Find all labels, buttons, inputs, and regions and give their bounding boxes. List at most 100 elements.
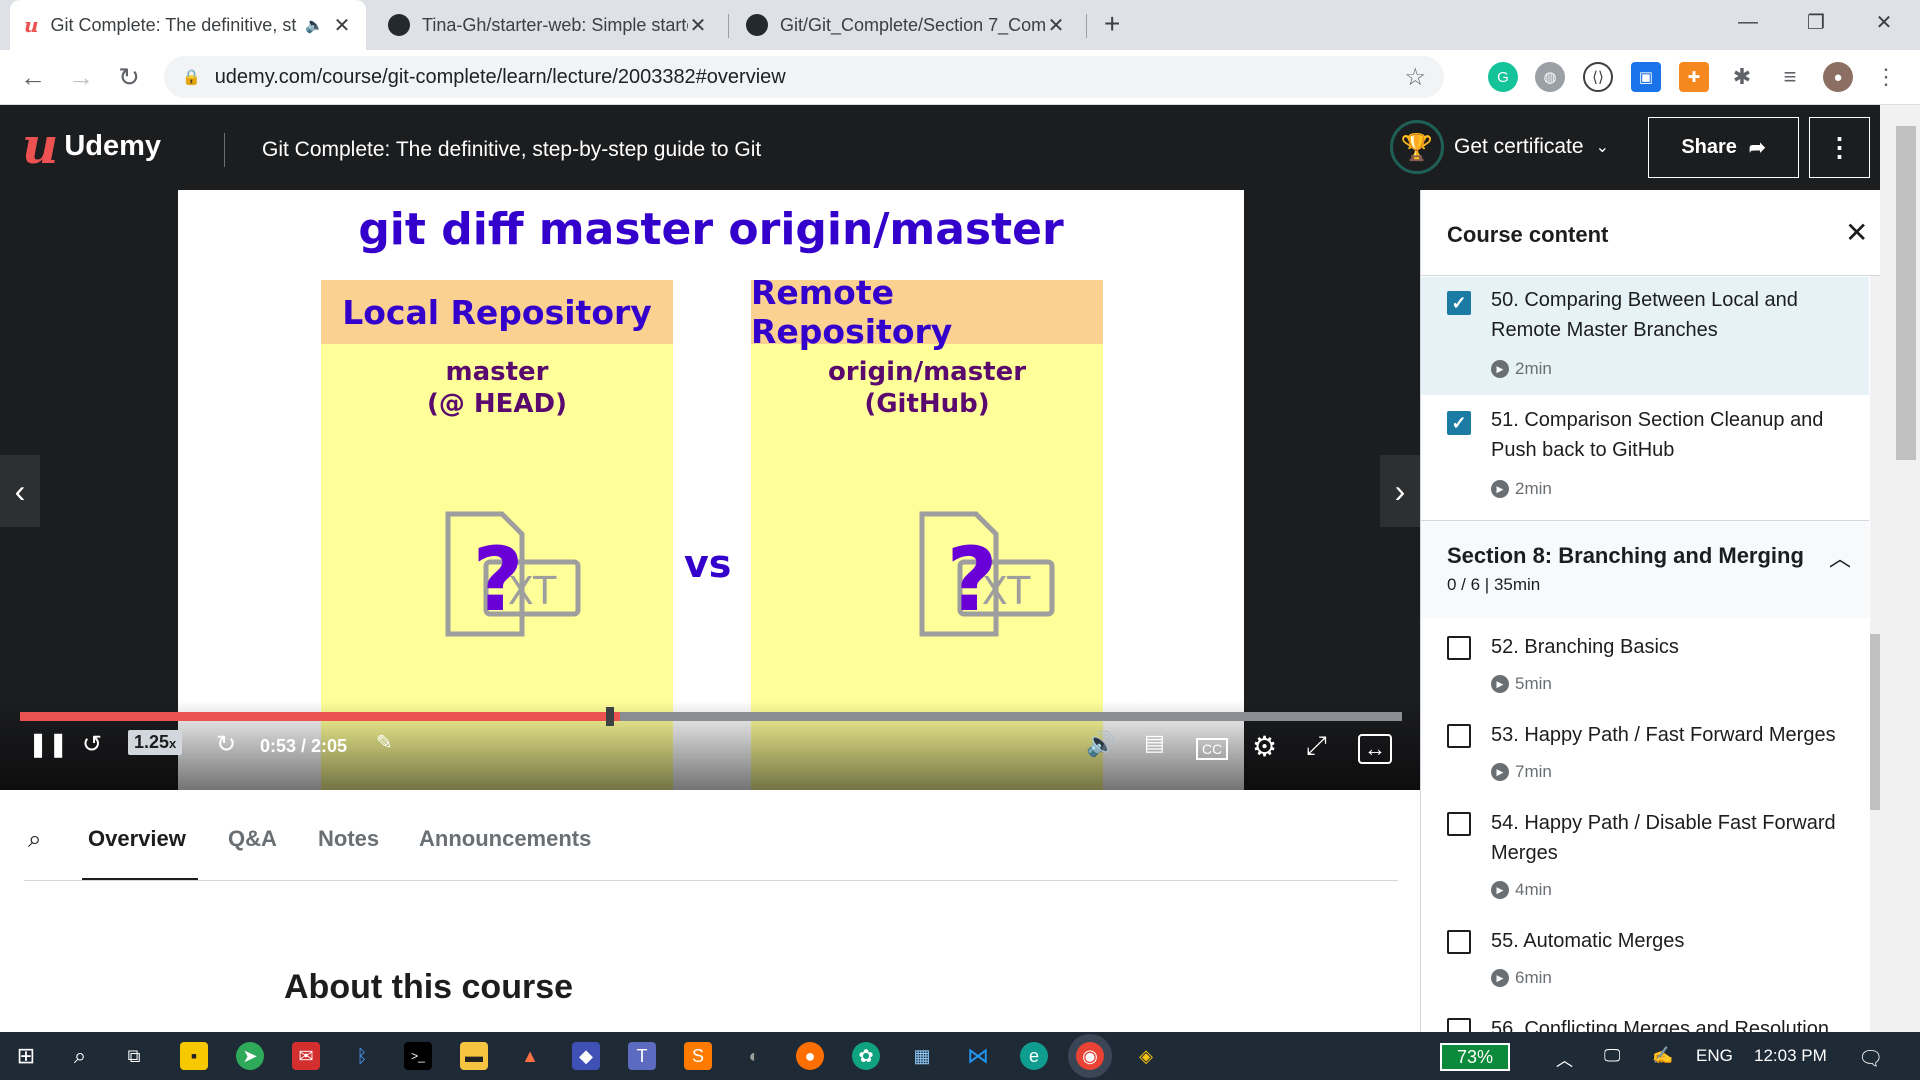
tab-announcements[interactable]: Announcements — [419, 826, 591, 852]
checkbox-checked[interactable]: ✓ — [1447, 411, 1471, 435]
firefox-icon[interactable]: ● — [796, 1042, 824, 1070]
checkbox-unchecked[interactable] — [1447, 1018, 1471, 1032]
settings-gear-icon[interactable]: ⚙ — [1252, 730, 1277, 763]
video-player[interactable]: git diff master origin/master Local Repo… — [0, 190, 1420, 790]
globe-extension-icon[interactable]: ◍ — [1535, 62, 1565, 92]
back-arrow-icon[interactable]: ← — [14, 58, 52, 96]
close-tab-icon[interactable]: ✕ — [688, 13, 708, 38]
progress-bar[interactable] — [20, 707, 1402, 726]
app-icon[interactable]: ▦ — [908, 1042, 936, 1070]
screen-extension-icon[interactable]: ▣ — [1631, 62, 1661, 92]
tab-qa[interactable]: Q&A — [228, 826, 277, 852]
app-icon[interactable]: ◐ — [740, 1042, 768, 1070]
share-button[interactable]: Share ➦ — [1648, 117, 1799, 178]
add-note-icon[interactable]: ✎ — [376, 730, 393, 755]
git-icon[interactable]: ◈ — [1132, 1042, 1160, 1070]
search-icon[interactable]: ⌕ — [66, 1042, 94, 1070]
send-app-icon[interactable]: ➤ — [236, 1042, 264, 1070]
lecture-item[interactable]: 53. Happy Path / Fast Forward Merges ▶ 7m… — [1421, 708, 1869, 796]
next-lecture-chevron-icon[interactable]: › — [1380, 455, 1420, 527]
browser-tab-github-starter[interactable]: Tina-Gh/starter-web: Simple starter webs… — [374, 0, 722, 50]
chrome-icon[interactable]: ◉ — [1076, 1042, 1104, 1070]
transcript-icon[interactable]: ▤ — [1144, 730, 1165, 756]
chevron-up-icon[interactable]: ︿ — [1829, 541, 1851, 573]
matlab-icon[interactable]: ▲ — [516, 1042, 544, 1070]
tab-overview[interactable]: Overview — [88, 826, 186, 852]
new-tab-plus-icon[interactable]: + — [1104, 8, 1120, 40]
language-indicator[interactable]: ENG — [1696, 1046, 1733, 1066]
lecture-item[interactable]: 55. Automatic Merges ▶ 6min — [1421, 914, 1869, 1002]
network-icon[interactable]: 🖵 — [1604, 1046, 1620, 1066]
close-sidebar-icon[interactable]: ✕ — [1845, 216, 1868, 249]
minimize-window-icon[interactable]: — — [1718, 0, 1778, 44]
more-options-icon[interactable]: ⋮ — [1809, 117, 1870, 178]
bookmark-star-icon[interactable]: ☆ — [1404, 63, 1426, 92]
windows-start-icon[interactable]: ⊞ — [12, 1042, 40, 1070]
captions-icon[interactable]: CC — [1196, 738, 1229, 760]
orange-extension-icon[interactable]: ✚ — [1679, 62, 1709, 92]
volume-icon[interactable]: 🔊 — [1086, 730, 1116, 759]
sticky-notes-icon[interactable]: ▪ — [180, 1042, 208, 1070]
lecture-item[interactable]: ✓ 51. Comparison Section Cleanup and Pus… — [1421, 395, 1869, 515]
lecture-item[interactable]: ✓ 50. Comparing Between Local and Remote… — [1421, 277, 1869, 395]
play-circle-icon: ▶ — [1491, 881, 1509, 899]
tab-notes[interactable]: Notes — [318, 826, 379, 852]
vscode-icon[interactable]: ⋈ — [964, 1042, 992, 1070]
address-bar[interactable]: 🔒 udemy.com/course/git-complete/learn/le… — [164, 56, 1444, 98]
lecture-item[interactable]: 56. Conflicting Merges and Resolution — [1421, 1002, 1869, 1032]
previous-lecture-chevron-icon[interactable]: ‹ — [0, 455, 40, 527]
code-extension-icon[interactable]: ⟨⟩ — [1583, 62, 1613, 92]
search-icon[interactable]: ⌕ — [28, 826, 41, 854]
grammarly-extension-icon[interactable]: G — [1488, 62, 1518, 92]
teams-icon[interactable]: T — [628, 1042, 656, 1070]
pause-icon[interactable]: ❚❚ — [28, 730, 68, 759]
speaker-icon[interactable]: 🔈 — [305, 16, 324, 34]
section-header[interactable]: Section 8: Branching and Merging 0 / 6 |… — [1421, 520, 1869, 618]
file-explorer-icon[interactable]: ▬ — [460, 1042, 488, 1070]
restore-window-icon[interactable]: ❐ — [1786, 0, 1846, 44]
checkbox-unchecked[interactable] — [1447, 636, 1471, 660]
checkbox-checked[interactable]: ✓ — [1447, 291, 1471, 315]
app-icon[interactable]: ✿ — [852, 1042, 880, 1070]
profile-avatar[interactable]: ● — [1823, 62, 1853, 92]
media-queue-icon[interactable]: ≡ — [1775, 62, 1805, 92]
checkbox-unchecked[interactable] — [1447, 930, 1471, 954]
reload-icon[interactable]: ↻ — [110, 58, 148, 96]
terminal-icon[interactable]: >_ — [404, 1042, 432, 1070]
udemy-logo[interactable]: u Udemy — [22, 121, 161, 171]
edge-icon[interactable]: e — [1020, 1042, 1048, 1070]
notifications-icon[interactable]: 🗨 — [1858, 1046, 1883, 1071]
sidebar-scrollbar-thumb[interactable] — [1870, 634, 1880, 810]
course-title[interactable]: Git Complete: The definitive, step-by-st… — [262, 138, 761, 162]
lecture-item[interactable]: 52. Branching Basics ▶ 5min — [1421, 618, 1869, 708]
forward-icon[interactable]: ↻ — [216, 730, 236, 759]
playback-speed-button[interactable]: 1.25x — [128, 730, 183, 755]
progress-knob[interactable] — [605, 707, 614, 726]
expand-width-icon[interactable]: ↔ — [1358, 734, 1392, 764]
chevron-up-icon[interactable]: ︿ — [1556, 1046, 1573, 1071]
mail-app-icon[interactable]: ✉ — [292, 1042, 320, 1070]
forward-arrow-icon[interactable]: → — [62, 58, 100, 96]
task-view-icon[interactable]: ⧉ — [120, 1042, 148, 1070]
lecture-title: 56. Conflicting Merges and Resolution — [1491, 1018, 1829, 1032]
puzzle-extensions-icon[interactable]: ✱ — [1727, 62, 1757, 92]
close-tab-icon[interactable]: ✕ — [1046, 13, 1066, 38]
fullscreen-icon[interactable]: ⤢ — [1306, 730, 1327, 762]
get-certificate-button[interactable]: 🏆 Get certificate ⌄ — [1390, 120, 1609, 174]
bluetooth-icon[interactable]: ᛒ — [348, 1042, 376, 1070]
browser-tab-udemy[interactable]: u Git Complete: The definitive, step-by-… — [10, 0, 366, 50]
browser-tab-github-section7[interactable]: Git/Git_Complete/Section 7_Comparison ✕ — [732, 0, 1080, 50]
page-scrollbar-thumb[interactable] — [1896, 126, 1916, 460]
checkbox-unchecked[interactable] — [1447, 812, 1471, 836]
checkbox-unchecked[interactable] — [1447, 724, 1471, 748]
app-icon[interactable]: ◆ — [572, 1042, 600, 1070]
rewind-icon[interactable]: ↺ — [82, 730, 102, 759]
close-tab-icon[interactable]: ✕ — [332, 13, 352, 38]
battery-indicator[interactable]: 73% — [1440, 1043, 1510, 1071]
close-window-icon[interactable]: ✕ — [1854, 0, 1914, 44]
lecture-item[interactable]: 54. Happy Path / Disable Fast Forward Me… — [1421, 796, 1869, 914]
pen-icon[interactable]: ✍ — [1652, 1046, 1673, 1066]
clock[interactable]: 12:03 PM — [1754, 1046, 1827, 1066]
sublime-text-icon[interactable]: S — [684, 1042, 712, 1070]
chrome-menu-icon[interactable]: ⋮ — [1871, 62, 1901, 92]
